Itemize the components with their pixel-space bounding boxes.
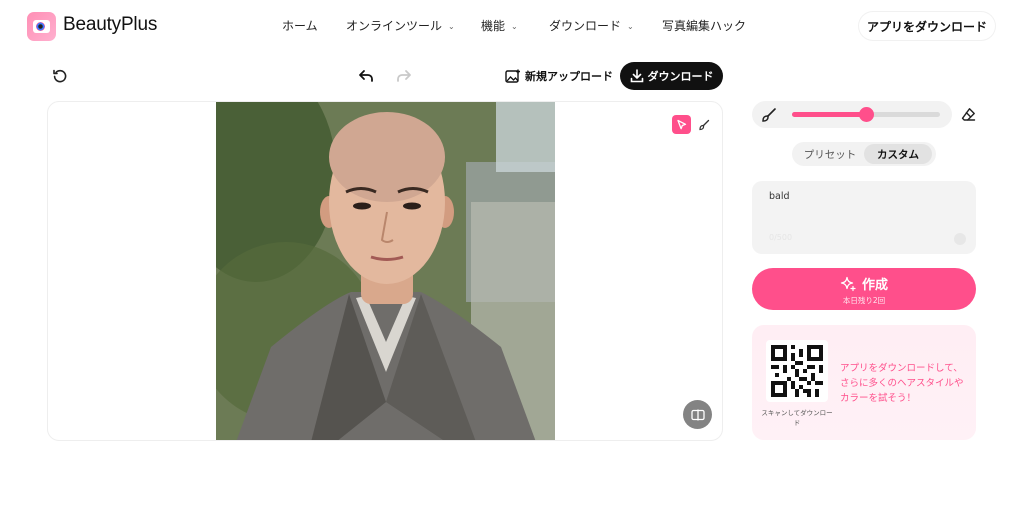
tab-custom[interactable]: カスタム [864,144,932,164]
clear-icon[interactable] [954,233,966,245]
beautyplus-logo[interactable] [27,12,56,41]
create-button[interactable]: 作成 本日残り2回 [752,268,976,310]
download-button[interactable]: ダウンロード [620,62,723,90]
image-add-icon [505,69,520,83]
prompt-char-count: 0/500 [769,233,793,242]
nav-home[interactable]: ホーム [282,17,318,34]
nav-online-tools[interactable]: オンラインツール ⌄ [346,17,455,34]
brush-tool-icon[interactable] [694,115,713,134]
brand-name[interactable]: BeautyPlus [63,14,157,36]
nav-photo-hacks[interactable]: 写真編集ハック [662,17,746,34]
download-app-button[interactable]: アプリをダウンロード [859,12,995,40]
brush-size-control[interactable] [752,101,952,128]
top-header: BeautyPlus ホーム オンラインツール ⌄ 機能 ⌄ ダウンロード ⌄ 写真編… [0,0,1024,52]
brush-icon [762,108,776,122]
remaining-count: 本日残り2回 [842,296,886,305]
select-tool-icon[interactable] [672,115,691,134]
chevron-down-icon: ⌄ [511,22,518,31]
prompt-value: bald [769,191,790,202]
qr-code [766,340,828,402]
chevron-down-icon: ⌄ [448,22,455,31]
prompt-input[interactable]: bald 0/500 [752,181,976,254]
create-label: 作成 [861,278,888,293]
tab-preset[interactable]: プリセット [795,144,865,164]
download-icon [630,69,643,83]
mode-toggle: プリセット カスタム [792,142,936,166]
reset-icon[interactable] [51,67,69,85]
download-label: ダウンロード [647,70,714,83]
promo-text: アプリをダウンロードして、さらに多くのヘアスタイルやカラーを試そう！ [840,363,964,404]
portrait-photo[interactable] [216,102,555,440]
sparkle-icon [840,276,856,292]
slider-thumb[interactable] [859,107,874,122]
redo-icon[interactable] [395,67,413,85]
qr-caption: スキャンしてダウンロード [761,409,833,427]
brush-size-slider[interactable] [792,107,940,122]
new-upload-button[interactable]: 新規アップロード [505,66,613,86]
nav-download[interactable]: ダウンロード ⌄ [549,17,634,34]
compare-icon[interactable] [683,400,712,429]
editor-canvas[interactable] [47,101,723,441]
chevron-down-icon: ⌄ [627,22,634,31]
nav-features[interactable]: 機能 ⌄ [481,17,518,34]
app-promo-card: スキャンしてダウンロード アプリをダウンロードして、さらに多くのヘアスタイルやカ… [752,325,976,440]
undo-icon[interactable] [357,67,375,85]
eraser-icon[interactable] [961,107,976,126]
new-upload-label: 新規アップロード [525,70,613,83]
